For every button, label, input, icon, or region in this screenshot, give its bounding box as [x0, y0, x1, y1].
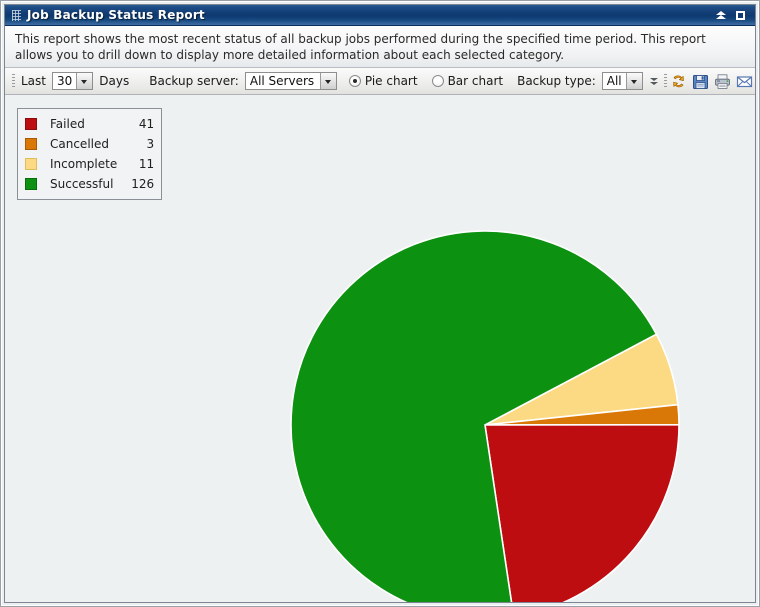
legend-value: 41 — [138, 117, 155, 131]
email-icon[interactable] — [736, 72, 754, 90]
refresh-icon[interactable] — [670, 72, 688, 90]
days-label: Days — [99, 74, 130, 88]
backup-type-select[interactable]: All — [601, 72, 643, 90]
chevron-down-icon[interactable] — [625, 73, 642, 89]
legend-color-swatch — [25, 158, 37, 170]
days-select-value: 30 — [57, 74, 73, 88]
radio-pie-chart-dot[interactable] — [348, 75, 361, 87]
pie-slice-group — [290, 230, 680, 602]
legend-row[interactable]: Failed 41 — [25, 114, 154, 134]
chevron-double-up-icon[interactable] — [715, 9, 728, 22]
legend-row[interactable]: Cancelled 3 — [25, 134, 154, 154]
legend-swatch-cell — [25, 174, 45, 194]
backup-type-label: Backup type: — [517, 74, 596, 88]
legend-swatch-cell — [25, 114, 45, 134]
pie-slice-failed[interactable] — [484, 424, 680, 602]
toolbar-resize-grip-icon[interactable] — [754, 73, 755, 89]
backup-type-select-value: All — [606, 74, 622, 88]
legend-label: Successful — [50, 177, 114, 191]
report-window: Job Backup Status Report This report sho… — [0, 0, 760, 607]
legend-value: 3 — [146, 137, 155, 151]
toolbar-grip-icon[interactable] — [12, 73, 15, 89]
radio-pie-chart-label: Pie chart — [364, 74, 418, 88]
legend-row[interactable]: Incomplete 11 — [25, 154, 154, 174]
legend-label: Cancelled — [50, 137, 109, 151]
legend-table: Failed 41 Cancelled 3 Incomplete 11 Successful… — [25, 114, 154, 194]
chevron-down-icon[interactable] — [76, 73, 93, 89]
radio-bar-chart-dot[interactable] — [431, 75, 444, 87]
legend-label: Failed — [50, 117, 85, 131]
legend-color-swatch — [25, 138, 37, 150]
window-controls — [715, 9, 748, 22]
title-bar: Job Backup Status Report — [5, 5, 755, 26]
drag-grip-icon[interactable] — [12, 9, 21, 21]
chevron-down-icon[interactable] — [319, 73, 336, 89]
legend-label: Incomplete — [50, 157, 118, 171]
backup-server-select-value: All Servers — [249, 74, 315, 88]
report-description-text: This report shows the most recent status… — [15, 32, 706, 62]
backup-server-label: Backup server: — [149, 74, 239, 88]
legend-color-swatch — [25, 178, 37, 190]
chevron-double-down-icon[interactable] — [649, 73, 660, 89]
last-label: Last — [21, 74, 46, 88]
maximize-square-icon[interactable] — [735, 9, 748, 22]
radio-bar-chart[interactable]: Bar chart — [431, 74, 504, 88]
window-inner-frame: Job Backup Status Report This report sho… — [4, 4, 756, 603]
radio-pie-chart[interactable]: Pie chart — [348, 74, 418, 88]
legend-swatch-cell — [25, 154, 45, 174]
toolbar-icons-grip-icon[interactable] — [663, 73, 667, 89]
legend-row[interactable]: Successful 126 — [25, 174, 154, 194]
save-icon[interactable] — [692, 72, 710, 90]
report-toolbar: Last 30 Days Backup server: All Servers … — [5, 68, 755, 95]
report-description: This report shows the most recent status… — [5, 26, 755, 68]
toolbar-icon-group — [670, 72, 754, 90]
chart-content-area: Failed 41 Cancelled 3 Incomplete 11 Successful… — [5, 95, 755, 602]
legend-swatch-cell — [25, 134, 45, 154]
legend-value: 126 — [131, 177, 155, 191]
print-icon[interactable] — [714, 72, 732, 90]
backup-server-select[interactable]: All Servers — [244, 72, 337, 90]
page-title: Job Backup Status Report — [27, 8, 205, 22]
chart-legend: Failed 41 Cancelled 3 Incomplete 11 Successful… — [17, 108, 163, 200]
legend-color-swatch — [25, 118, 37, 130]
days-select[interactable]: 30 — [52, 72, 94, 90]
legend-value: 11 — [138, 157, 155, 171]
radio-bar-chart-label: Bar chart — [447, 74, 504, 88]
